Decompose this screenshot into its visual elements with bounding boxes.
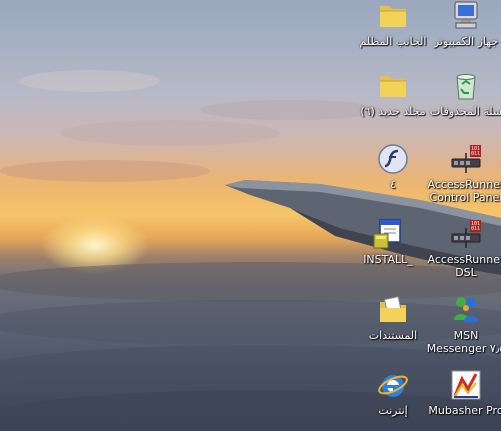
desktop-icon-my-computer[interactable]: جهاز الكمبيوتر [426,0,501,48]
installer-icon [372,218,404,250]
icon-label: AccessRunner [427,253,501,266]
icon-label: INSTALL_ [363,253,413,266]
icon-label: إنترنت [378,404,408,417]
mubasher-icon [450,369,482,401]
desktop-icon-internet[interactable]: إنترنت [353,369,433,417]
network-adapter-icon: 101 011 [450,218,482,250]
network-adapter-icon: 101 011 [450,143,482,175]
desktop-icon-mubasher-pro[interactable]: Mubasher Pro [426,369,501,417]
icon-label: Mubasher Pro [428,404,501,417]
my-documents-icon [377,294,409,326]
desktop-icon-recycle-bin[interactable]: سلة المحذوفات [426,70,501,118]
icon-label: AccessRunner [427,178,501,191]
desktop-icon-flash-file[interactable]: ٤ [353,143,433,191]
msn-messenger-icon [450,294,482,326]
icon-label: DSL [455,266,477,279]
icon-label: المستندات [368,329,418,342]
icon-label: MSN [453,329,479,342]
icon-label: Messenger ٧٫٥ [426,342,501,355]
recycle-bin-icon [450,70,482,102]
folder-icon [377,70,409,102]
desktop-icon-new-folder-6[interactable]: (مجلد جديد (٦ [353,70,433,118]
airplane-wing [225,180,501,275]
icon-label: الجانب المظلم [359,35,427,48]
icon-label: سلة المحذوفات [429,105,501,118]
desktop-icon-msn-messenger[interactable]: MSN Messenger ٧٫٥ [426,294,501,355]
icon-label: Control Panel [429,191,501,204]
desktop[interactable]: الجانب المظلم (مجلد جديد (٦ ٤ INSTALL_ ا… [0,0,501,431]
desktop-icon-my-documents[interactable]: المستندات [353,294,433,342]
icon-label: (مجلد جديد (٦ [360,105,426,118]
svg-text:011: 011 [471,226,480,232]
icon-label: جهاز الكمبيوتر [433,35,499,48]
icon-label: ٤ [390,178,396,191]
folder-icon [377,0,409,32]
svg-text:011: 011 [471,151,480,157]
internet-explorer-icon [377,369,409,401]
desktop-icon-accessrunner-control-panel[interactable]: 101 011 AccessRunner Control Panel [426,143,501,204]
flash-icon [377,143,409,175]
my-computer-icon [450,0,482,32]
desktop-icon-dark-side-folder[interactable]: الجانب المظلم [353,0,433,48]
desktop-icon-accessrunner-dsl[interactable]: 101 011 AccessRunner DSL [426,218,501,279]
desktop-icon-install[interactable]: INSTALL_ [348,218,428,266]
